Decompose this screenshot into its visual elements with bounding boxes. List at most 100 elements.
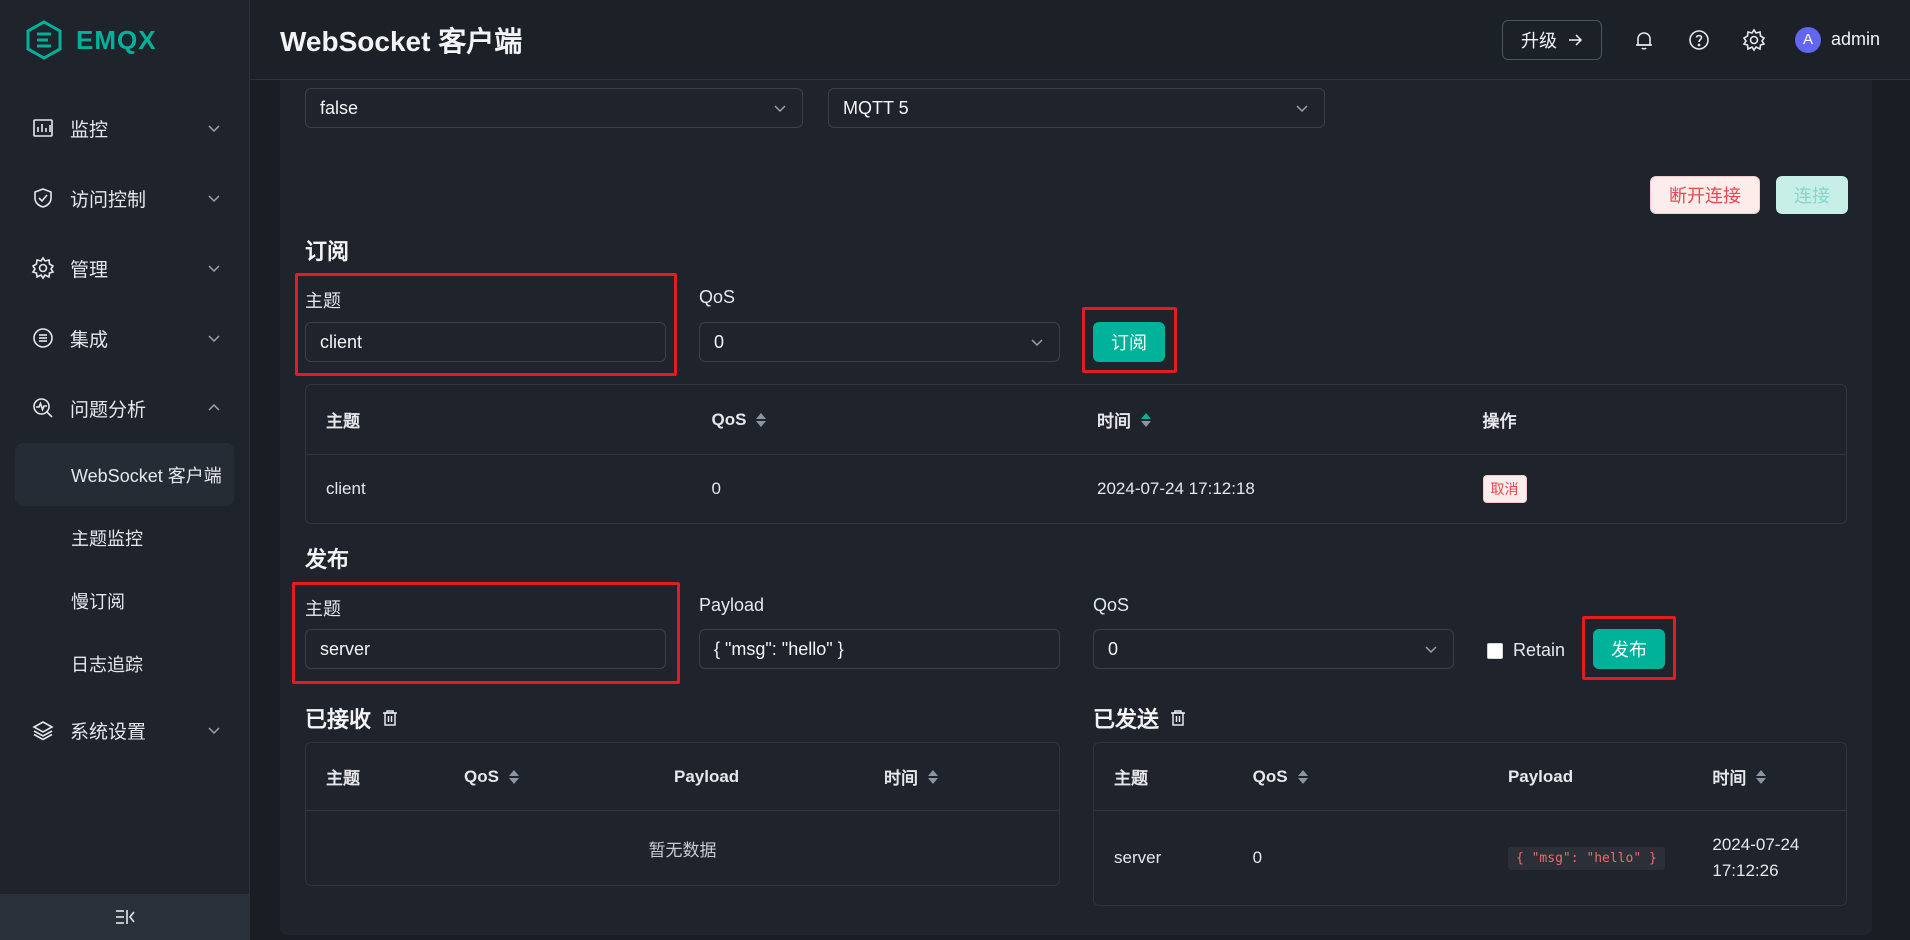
column-action: 操作 [1482,412,1517,431]
sort-icon [1141,412,1151,427]
column-time[interactable]: 时间 [864,764,1059,789]
sidebar-subitem-slow-subscription[interactable]: 慢订阅 [0,569,249,632]
upgrade-label: 升级 [1520,30,1557,51]
row-time: 2024-07-24 17:12:26 [1712,834,1800,880]
publish-qos-select[interactable]: 0 [1093,629,1454,669]
bell-icon[interactable] [1630,26,1658,54]
table-row: server 0 { "msg": "hello" } 2024-07-24 1… [1094,811,1846,905]
column-payload: Payload [674,766,740,786]
top-header: WebSocket 客户端 升级 A admin [250,0,1910,80]
sidebar-item-access-control[interactable]: 访问控制 [0,163,249,233]
help-icon[interactable] [1685,26,1713,54]
disconnect-button[interactable]: 断开连接 [1650,176,1760,214]
retain-checkbox[interactable]: Retain [1487,640,1565,661]
sort-icon [1756,769,1767,784]
arrow-right-icon [1568,33,1583,46]
retain-label: Retain [1513,640,1566,660]
sent-messages-table: 主题 QoS Payload 时间 server 0 { "msg": "hel… [1093,742,1847,906]
sidebar-item-label: 监控 [70,119,109,141]
sidebar-item-label: 管理 [70,259,109,281]
column-qos[interactable]: QoS [444,767,654,787]
row-time: 2024-07-24 17:12:18 [1097,479,1255,498]
publish-qos-label: QoS [1093,595,1130,615]
gear-cog-icon [30,255,56,281]
chevron-down-icon [208,335,220,343]
subscribe-qos-select[interactable]: 0 [699,322,1060,362]
unsubscribe-button[interactable]: 取消 [1482,475,1527,503]
sort-icon [1297,769,1308,784]
subscribe-topic-input[interactable]: client [305,322,666,362]
table-row: client 0 2024-07-24 17:12:18 取消 [306,455,1846,523]
publish-topic-input[interactable]: server [305,629,666,669]
user-menu[interactable]: A admin [1794,26,1880,53]
gear-icon[interactable] [1740,26,1768,54]
diagnose-icon [30,395,56,421]
subscriptions-table: 主题 QoS 时间 操作 client 0 2024-07-24 17:12:1… [305,384,1847,524]
row-topic: server [1114,848,1162,867]
layers-icon [30,717,56,743]
mqtt-version-select[interactable]: MQTT 5 [828,88,1325,128]
sidebar: EMQX 监控 访问控制 管理 集成 问题分析 WebSocket 客户端 主题… [0,0,250,940]
column-time[interactable]: 时间 [1692,764,1846,789]
collapse-menu-icon [116,910,135,924]
emqx-logo-icon [26,20,62,60]
sidebar-item-label: 系统设置 [70,721,147,743]
clean-session-select[interactable]: false [305,88,803,128]
avatar: A [1794,26,1821,53]
chevron-down-icon [774,105,786,113]
chevron-up-icon [208,403,220,411]
received-section-title: 已接收 [305,702,399,734]
checkbox-box [1487,642,1503,659]
chevron-down-icon [1296,105,1308,113]
connect-button[interactable]: 连接 [1776,176,1848,214]
chevron-down-icon [1425,646,1437,654]
column-qos[interactable]: QoS [1233,767,1488,787]
chevron-down-icon [208,195,220,203]
chevron-down-icon [208,727,220,735]
table-header: 主题 QoS Payload 时间 [1094,743,1846,811]
sort-icon [928,769,938,784]
table-header: 主题 QoS Payload 时间 [306,743,1059,811]
trash-icon[interactable] [1169,709,1187,727]
sidebar-item-monitor[interactable]: 监控 [0,93,249,163]
subscribe-qos-label: QoS [699,287,736,307]
sort-icon [756,412,767,427]
column-time[interactable]: 时间 [1077,407,1463,432]
empty-state: 暂无数据 [648,840,717,860]
publish-topic-label: 主题 [305,599,341,619]
column-topic: 主题 [1114,769,1148,788]
payload-label: Payload [699,595,765,615]
publish-button[interactable]: 发布 [1593,629,1665,669]
upgrade-button[interactable]: 升级 [1501,19,1602,60]
sidebar-item-diagnose[interactable]: 问题分析 [0,373,249,443]
page-title: WebSocket 客户端 [280,25,523,57]
payload-input[interactable]: { "msg": "hello" } [699,629,1060,669]
sort-icon [508,769,519,784]
sidebar-collapse-button[interactable] [0,894,250,940]
table-header: 主题 QoS 时间 操作 [306,385,1846,455]
column-qos[interactable]: QoS [692,410,1078,430]
integration-icon [30,325,56,351]
publish-section-title: 发布 [305,547,350,572]
sidebar-subitem-topic-monitor[interactable]: 主题监控 [0,506,249,569]
sidebar-item-label: 访问控制 [70,189,147,211]
sidebar-item-integration[interactable]: 集成 [0,303,249,373]
chevron-down-icon [1031,339,1043,347]
websocket-client-card: false MQTT 5 断开连接 连接 订阅 主题 client QoS 0 … [280,80,1872,935]
sidebar-item-management[interactable]: 管理 [0,233,249,303]
brand[interactable]: EMQX [0,0,249,80]
sidebar-subitem-log-trace[interactable]: 日志追踪 [0,632,249,695]
column-payload: Payload [1507,766,1574,786]
row-qos: 0 [711,479,721,498]
column-topic: 主题 [326,769,360,788]
chevron-down-icon [208,265,220,273]
sidebar-item-label: 问题分析 [70,399,147,421]
sidebar-subitem-websocket-client[interactable]: WebSocket 客户端 [15,443,234,506]
subscribe-button[interactable]: 订阅 [1093,322,1165,362]
row-topic: client [326,479,366,498]
monitor-icon [30,115,56,141]
trash-icon[interactable] [381,709,399,727]
shield-icon [30,185,56,211]
chevron-down-icon [208,125,220,133]
sidebar-item-system-settings[interactable]: 系统设置 [0,695,249,765]
